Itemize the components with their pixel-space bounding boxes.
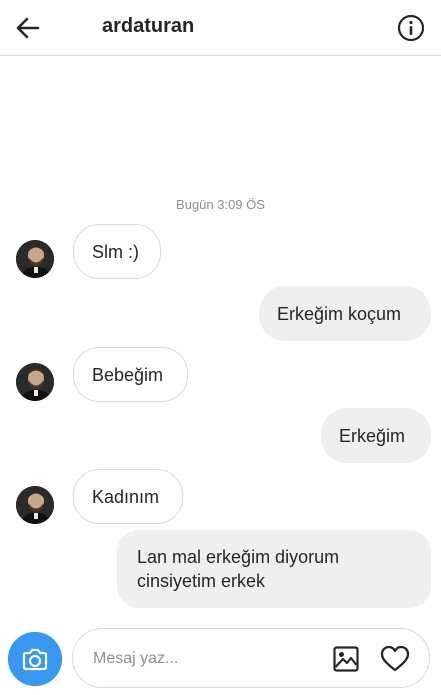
image-gallery-icon[interactable] — [332, 645, 360, 673]
message-text: Kadınım — [92, 486, 160, 507]
message-bubble-outgoing[interactable]: Erkeğim — [321, 408, 431, 463]
message-bubble-incoming[interactable]: Slm :) — [73, 224, 161, 279]
message-bubble-incoming[interactable]: Bebeğim — [73, 347, 188, 402]
message-text: Bebeğim — [92, 364, 164, 385]
message-bubble-outgoing[interactable]: Lan mal erkeğim diyorum cinsiyetim erkek — [117, 530, 431, 608]
camera-icon — [8, 632, 62, 686]
back-arrow-icon[interactable] — [14, 14, 42, 42]
conversation-title[interactable]: ardaturan — [102, 15, 194, 38]
message-text: Lan mal erkeğim diyorum cinsiyetim erkek — [135, 545, 339, 593]
message-text: Erkeğim — [339, 425, 406, 446]
info-icon[interactable] — [397, 14, 425, 42]
sender-avatar[interactable] — [16, 486, 54, 524]
message-timestamp: Bugün 3:09 ÖS — [176, 197, 265, 212]
message-input[interactable] — [91, 645, 325, 673]
message-text: Erkeğim koçum — [277, 303, 402, 324]
sender-avatar[interactable] — [16, 240, 54, 278]
chat-header: ardaturan — [0, 0, 441, 56]
camera-button[interactable] — [8, 632, 62, 686]
sender-avatar[interactable] — [16, 363, 54, 401]
heart-icon[interactable] — [380, 644, 410, 674]
message-text-line: cinsiyetim erkek — [137, 571, 266, 591]
message-bubble-outgoing[interactable]: Erkeğim koçum — [259, 286, 431, 341]
message-bubble-incoming[interactable]: Kadınım — [73, 469, 183, 524]
message-composer — [72, 628, 430, 688]
message-text-line: Lan mal erkeğim diyorum — [137, 547, 340, 567]
message-text: Slm :) — [92, 241, 139, 262]
